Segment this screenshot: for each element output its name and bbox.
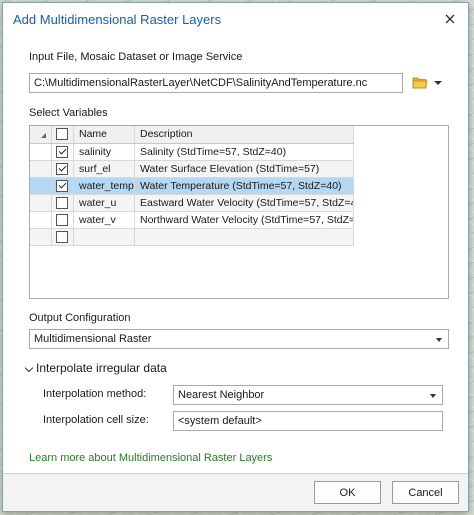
dialog-footer: OK Cancel <box>3 474 468 511</box>
column-header-name[interactable]: Name <box>74 126 135 143</box>
row-header-cell <box>30 195 52 212</box>
variable-description: Northward Water Velocity (StdTime=57, St… <box>135 212 354 229</box>
table-row[interactable]: water_v Northward Water Velocity (StdTime… <box>30 212 354 229</box>
variable-name: surf_el <box>74 161 135 178</box>
row-checkbox-cell[interactable] <box>52 144 74 161</box>
variable-checkbox[interactable] <box>56 180 68 192</box>
close-icon <box>445 14 455 24</box>
title-bar: Add Multidimensional Raster Layers <box>3 3 468 35</box>
row-header-cell <box>30 144 52 161</box>
header-select-all[interactable] <box>52 126 74 143</box>
chevron-down-icon <box>436 338 442 342</box>
row-header-cell <box>30 212 52 229</box>
cancel-button[interactable]: Cancel <box>392 481 459 504</box>
input-path-field[interactable]: C:\MultidimensionalRasterLayer\NetCDF\Sa… <box>29 73 403 93</box>
variables-grid: Name Description salinity Salinity (StdTi… <box>29 125 449 299</box>
variable-name: salinity <box>74 144 135 161</box>
interpolation-cellsize-label: Interpolation cell size: <box>43 414 149 426</box>
interpolation-method-select[interactable]: Nearest Neighbor <box>173 385 443 405</box>
table-row[interactable]: surf_el Water Surface Elevation (StdTime=… <box>30 161 354 178</box>
row-checkbox-cell[interactable] <box>52 212 74 229</box>
interpolation-method-label: Interpolation method: <box>43 388 147 400</box>
variable-checkbox[interactable] <box>56 231 68 243</box>
table-row[interactable]: water_u Eastward Water Velocity (StdTime=… <box>30 195 354 212</box>
variable-checkbox[interactable] <box>56 197 68 209</box>
variable-checkbox[interactable] <box>56 163 68 175</box>
checkmark-icon <box>58 180 66 189</box>
grid-header: Name Description <box>30 126 354 144</box>
variable-checkbox[interactable] <box>56 146 68 158</box>
input-path-value: C:\MultidimensionalRasterLayer\NetCDF\Sa… <box>34 77 368 89</box>
interpolation-cellsize-value: <system default> <box>178 415 262 427</box>
learn-more-link[interactable]: Learn more about Multidimensional Raster… <box>29 452 272 464</box>
ok-button[interactable]: OK <box>314 481 381 504</box>
row-header-cell <box>30 178 52 195</box>
table-row[interactable] <box>30 229 354 246</box>
variable-description: Eastward Water Velocity (StdTime=57, Std… <box>135 195 354 212</box>
row-checkbox-cell[interactable] <box>52 178 74 195</box>
row-checkbox-cell[interactable] <box>52 229 74 246</box>
row-checkbox-cell[interactable] <box>52 161 74 178</box>
output-config-label: Output Configuration <box>29 312 131 324</box>
dialog-title: Add Multidimensional Raster Layers <box>13 12 222 27</box>
variable-description: Salinity (StdTime=57, StdZ=40) <box>135 144 354 161</box>
select-all-checkbox[interactable] <box>56 128 68 140</box>
table-row[interactable]: salinity Salinity (StdTime=57, StdZ=40) <box>30 144 354 161</box>
collapse-chevron-icon[interactable] <box>24 363 34 373</box>
input-label: Input File, Mosaic Dataset or Image Serv… <box>29 51 243 63</box>
interpolate-section-heading[interactable]: Interpolate irregular data <box>36 361 167 375</box>
variable-name: water_v <box>74 212 135 229</box>
column-header-description[interactable]: Description <box>135 126 354 143</box>
interpolation-cellsize-field[interactable]: <system default> <box>173 411 443 431</box>
output-config-select[interactable]: Multidimensional Raster <box>29 329 449 349</box>
variable-description: Water Surface Elevation (StdTime=57) <box>135 161 354 178</box>
browse-folder-icon[interactable] <box>412 76 428 89</box>
variable-description <box>135 229 354 246</box>
interpolation-method-value: Nearest Neighbor <box>178 389 265 401</box>
checkmark-icon <box>58 163 66 172</box>
variable-name: water_temp <box>74 178 135 195</box>
row-header-cell <box>30 161 52 178</box>
add-multidimensional-raster-dialog: Add Multidimensional Raster Layers Input… <box>2 2 469 512</box>
browse-dropdown-icon[interactable] <box>434 81 442 85</box>
variable-name: water_u <box>74 195 135 212</box>
variable-description: Water Temperature (StdTime=57, StdZ=40) <box>135 178 354 195</box>
row-header-cell <box>30 229 52 246</box>
checkmark-icon <box>58 146 66 155</box>
select-variables-label: Select Variables <box>29 107 108 119</box>
close-button[interactable] <box>440 9 460 29</box>
row-checkbox-cell[interactable] <box>52 195 74 212</box>
table-row[interactable]: water_temp Water Temperature (StdTime=57,… <box>30 178 354 195</box>
chevron-down-icon <box>430 394 436 398</box>
variable-checkbox[interactable] <box>56 214 68 226</box>
output-config-value: Multidimensional Raster <box>34 333 152 345</box>
variable-name <box>74 229 135 246</box>
